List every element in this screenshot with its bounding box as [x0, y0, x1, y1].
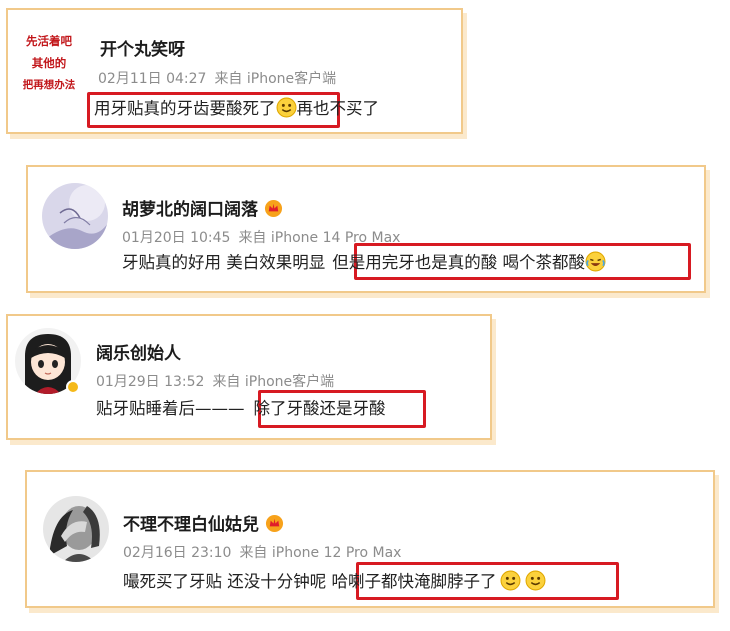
comment-card: 先活着吧 其他的 把再想办法 开个丸笑呀 02月11日 04:27 来自 iPho… — [6, 8, 463, 134]
comment-text-before: 嘬死买了牙贴 还没十分钟呢 — [123, 572, 332, 591]
post-source: 来自 iPhone客户端 — [214, 71, 337, 87]
laugh-cry-emoji-icon — [585, 251, 606, 272]
comment-text: 牙贴真的好用 美白效果明显 但是用完牙也是真的酸 喝个茶都酸 — [122, 251, 606, 274]
post-date: 01月29日 13:52 — [96, 374, 205, 390]
username[interactable]: 开个丸笑呀 — [100, 40, 185, 60]
avatar[interactable]: 先活着吧 其他的 把再想办法 — [14, 24, 84, 102]
vip-crown-icon — [265, 514, 284, 533]
highlighted-text: 但是用完牙也是真的酸 喝个茶都酸 — [332, 253, 585, 272]
post-date: 02月11日 04:27 — [98, 71, 207, 87]
avatar-image — [42, 183, 108, 249]
avatar[interactable] — [43, 496, 109, 562]
username[interactable]: 阔乐创始人 — [96, 344, 181, 364]
highlighted-text: 哈喇子都快淹脚脖子了 — [331, 572, 497, 591]
comment-card: 胡萝北的阔口阔落 01月20日 10:45 来自 iPhone 14 Pro Ma… — [26, 165, 706, 293]
comment-text-before: 贴牙贴睡着后——— — [96, 399, 245, 418]
avatar[interactable] — [42, 183, 108, 249]
username[interactable]: 胡萝北的阔口阔落 — [122, 199, 283, 220]
comment-text: 用牙贴真的牙齿要酸死了 再也不买了 — [94, 97, 379, 120]
smile-emoji-icon — [500, 570, 520, 591]
post-source: 来自 iPhone客户端 — [212, 374, 335, 390]
post-source: 来自 iPhone 12 Pro Max — [239, 545, 402, 561]
comment-text: 嘬死买了牙贴 还没十分钟呢 哈喇子都快淹脚脖子了 — [123, 570, 546, 593]
smile-emoji-icon — [525, 570, 545, 591]
comment-text: 贴牙贴睡着后——— 除了牙酸还是牙酸 — [96, 398, 386, 420]
comment-text-after: 再也不买了 — [296, 99, 380, 118]
comment-card: 阔乐创始人 01月29日 13:52 来自 iPhone客户端 贴牙贴睡着后———… — [6, 314, 492, 440]
post-meta: 02月16日 23:10 来自 iPhone 12 Pro Max — [123, 544, 401, 562]
post-meta: 02月11日 04:27 来自 iPhone客户端 — [98, 70, 336, 88]
highlighted-text: 用牙贴真的牙齿要酸死了 — [94, 99, 276, 118]
post-date: 01月20日 10:45 — [122, 230, 231, 246]
comment-card: 不理不理白仙姑兒 02月16日 23:10 来自 iPhone 12 Pro Ma… — [25, 470, 715, 608]
post-date: 02月16日 23:10 — [123, 545, 232, 561]
post-meta: 01月29日 13:52 来自 iPhone客户端 — [96, 373, 334, 391]
avatar-text: 先活着吧 — [26, 34, 72, 48]
vip-crown-icon — [264, 199, 283, 218]
verified-badge-icon — [66, 380, 80, 394]
avatar-text: 把再想办法 — [22, 79, 76, 91]
avatar-text: 其他的 — [31, 56, 67, 70]
avatar-image — [43, 496, 109, 562]
highlighted-text: 除了牙酸还是牙酸 — [253, 399, 386, 418]
comment-text-before: 牙贴真的好用 美白效果明显 — [122, 253, 326, 272]
smile-emoji-icon — [276, 97, 296, 118]
username[interactable]: 不理不理白仙姑兒 — [123, 514, 284, 535]
